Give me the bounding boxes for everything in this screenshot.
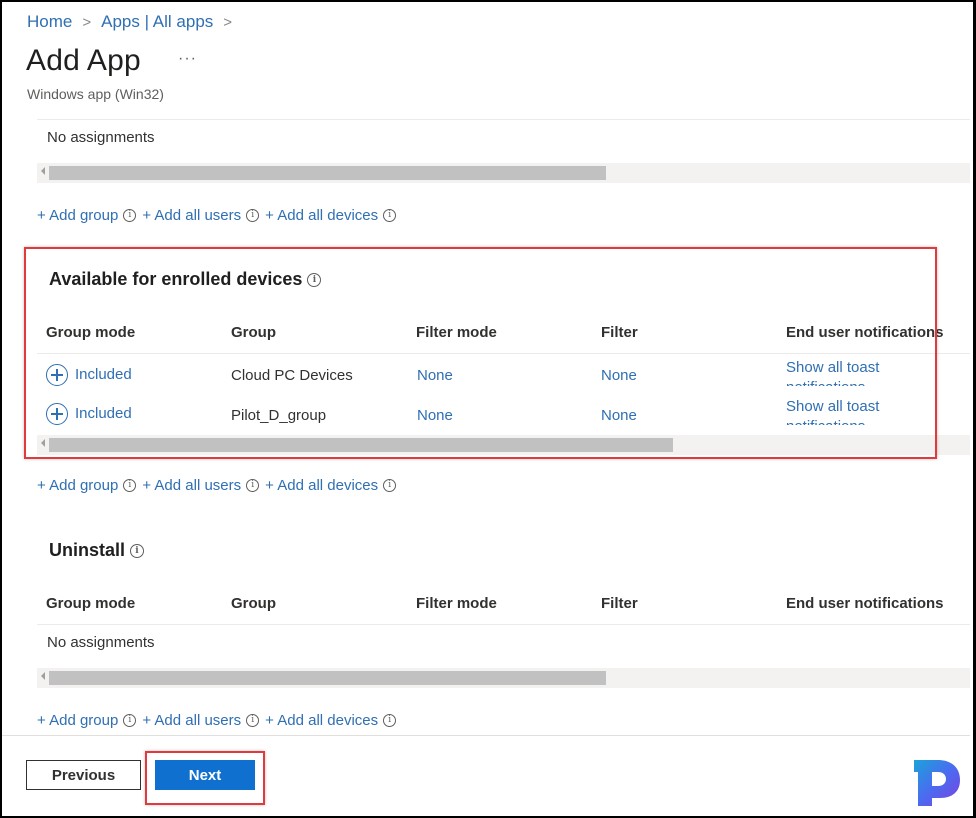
group-mode-value[interactable]: Included [75,405,132,422]
chevron-right-icon: > [223,13,233,31]
available-add-links: + Add group i + Add all users i + Add al… [37,477,402,494]
info-icon[interactable]: i [383,714,397,727]
add-all-users-link[interactable]: + Add all users [142,712,241,729]
breadcrumb-home[interactable]: Home [27,12,72,32]
info-icon[interactable]: i [307,272,322,287]
column-header-filter-mode[interactable]: Filter mode [416,324,497,341]
uninstall-horizontal-scrollbar[interactable] [37,668,970,688]
add-circle-icon [46,364,68,386]
info-icon[interactable]: i [246,714,260,727]
info-icon[interactable]: i [130,543,145,558]
page-subtitle: Windows app (Win32) [27,86,164,102]
table-row-filter-mode[interactable]: None [417,407,453,424]
table-row-group-mode[interactable]: Included [46,364,132,386]
table-row-group-mode[interactable]: Included [46,403,132,425]
table-row-filter-mode[interactable]: None [417,367,453,384]
required-empty-text: No assignments [47,129,155,146]
required-horizontal-scrollbar[interactable] [37,163,970,183]
available-section-title-text: Available for enrolled devices [49,269,303,289]
breadcrumb: Home > Apps | All apps > [27,12,242,32]
table-row-group: Cloud PC Devices [231,367,353,384]
header-divider [37,624,970,625]
more-options-icon[interactable]: ··· [178,50,197,68]
add-all-devices-link[interactable]: + Add all devices [265,207,378,224]
column-header-end-user-notifications[interactable]: End user notifications [786,595,944,612]
add-group-link[interactable]: + Add group [37,207,118,224]
scroll-left-icon[interactable] [41,439,45,447]
brand-logo-icon [914,760,960,806]
uninstall-section-title-text: Uninstall [49,540,126,560]
chevron-right-icon: > [82,13,92,31]
table-row-filter[interactable]: None [601,367,637,384]
add-group-link[interactable]: + Add group [37,477,118,494]
add-circle-icon [46,403,68,425]
page-title: Add App [26,44,141,77]
column-header-filter-mode[interactable]: Filter mode [416,595,497,612]
scrollbar-thumb[interactable] [49,438,673,452]
group-mode-value[interactable]: Included [75,366,132,383]
info-icon[interactable]: i [383,209,397,222]
available-section-title: Available for enrolled devices i [49,269,327,290]
table-row-filter[interactable]: None [601,407,637,424]
column-header-filter[interactable]: Filter [601,324,638,341]
next-button[interactable]: Next [155,760,255,790]
info-icon[interactable]: i [246,479,260,492]
uninstall-empty-text: No assignments [47,634,155,651]
footer-divider [2,735,970,736]
info-icon[interactable]: i [123,479,137,492]
scrollbar-thumb[interactable] [49,671,606,685]
uninstall-section-title: Uninstall i [49,540,150,561]
info-icon[interactable]: i [383,479,397,492]
add-all-users-link[interactable]: + Add all users [142,207,241,224]
table-row-group: Pilot_D_group [231,407,327,424]
table-row-notifications[interactable]: Show all toast notifications [786,358,926,386]
add-all-users-link[interactable]: + Add all users [142,477,241,494]
info-icon[interactable]: i [246,209,260,222]
required-add-links: + Add group i + Add all users i + Add al… [37,207,402,224]
uninstall-add-links: + Add group i + Add all users i + Add al… [37,712,402,729]
scrollbar-thumb[interactable] [49,166,606,180]
header-divider [37,353,970,354]
divider [37,119,970,120]
column-header-filter[interactable]: Filter [601,595,638,612]
column-header-group[interactable]: Group [231,324,276,341]
add-group-link[interactable]: + Add group [37,712,118,729]
available-horizontal-scrollbar[interactable] [37,435,970,455]
scroll-left-icon[interactable] [41,167,45,175]
add-all-devices-link[interactable]: + Add all devices [265,712,378,729]
info-icon[interactable]: i [123,714,137,727]
column-header-end-user-notifications[interactable]: End user notifications [786,324,944,341]
column-header-group-mode[interactable]: Group mode [46,324,135,341]
column-header-group-mode[interactable]: Group mode [46,595,135,612]
previous-button[interactable]: Previous [26,760,141,790]
scroll-left-icon[interactable] [41,672,45,680]
table-row-notifications[interactable]: Show all toast notifications [786,397,926,425]
add-all-devices-link[interactable]: + Add all devices [265,477,378,494]
column-header-group[interactable]: Group [231,595,276,612]
breadcrumb-apps[interactable]: Apps | All apps [101,12,213,32]
info-icon[interactable]: i [123,209,137,222]
